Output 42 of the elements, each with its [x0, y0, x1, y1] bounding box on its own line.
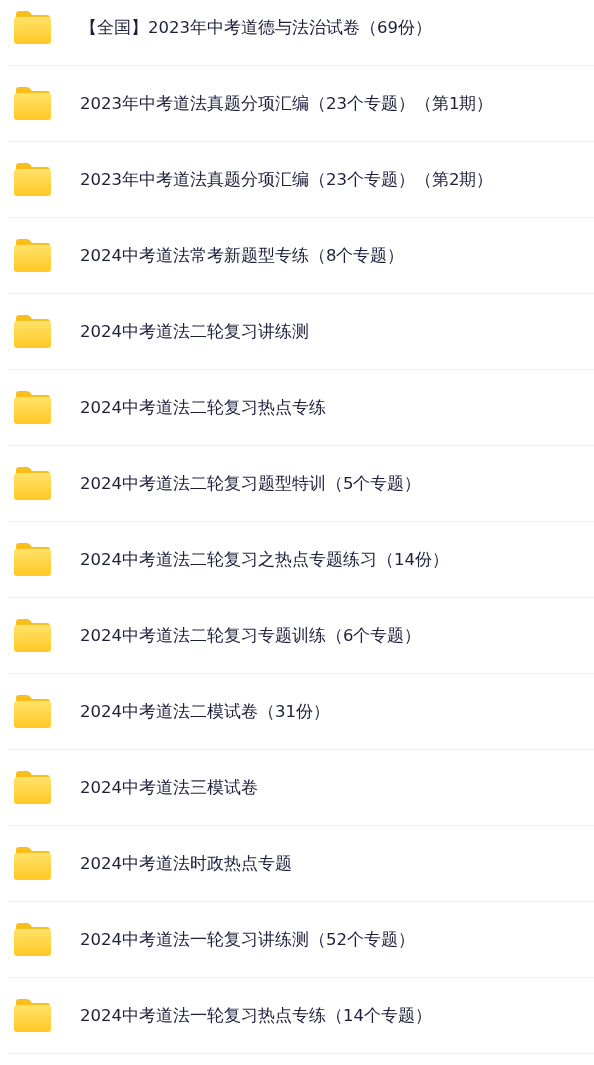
folder-icon — [14, 999, 51, 1032]
folder-icon — [14, 847, 51, 880]
folder-icon — [14, 163, 51, 196]
folder-row[interactable]: 2023年中考道法真题分项汇编（23个专题）（第2期） — [8, 142, 594, 218]
folder-row[interactable]: 2024中考道法二轮复习热点专练 — [8, 370, 594, 446]
folder-icon — [14, 543, 51, 576]
folder-name: 2024中考道法常考新题型专练（8个专题） — [80, 244, 405, 267]
folder-name: 2024中考道法三模试卷 — [80, 776, 258, 799]
folder-name: 2023年中考道法真题分项汇编（23个专题）（第2期） — [80, 168, 494, 191]
folder-row[interactable]: 【全国】2023年中考道德与法治试卷（69份） — [8, 0, 594, 66]
folder-row[interactable]: 2024中考道法常考新题型专练（8个专题） — [8, 218, 594, 294]
folder-name: 2024中考道法时政热点专题 — [80, 852, 292, 875]
folder-icon — [14, 315, 51, 348]
folder-row[interactable]: 2024中考道法一轮复习讲练测（52个专题） — [8, 902, 594, 978]
folder-row[interactable]: 2024中考道法二轮复习讲练测 — [8, 294, 594, 370]
folder-icon — [14, 467, 51, 500]
folder-icon — [14, 87, 51, 120]
folder-icon — [14, 391, 51, 424]
folder-icon — [14, 239, 51, 272]
folder-row[interactable]: 2024中考道法一轮复习热点专练（14个专题） — [8, 978, 594, 1054]
folder-row[interactable]: 2024中考道法二轮复习之热点专题练习（14份） — [8, 522, 594, 598]
folder-name: 2024中考道法二轮复习之热点专题练习（14份） — [80, 548, 449, 571]
folder-row[interactable]: 2024中考道法二轮复习专题训练（6个专题） — [8, 598, 594, 674]
folder-name: 【全国】2023年中考道德与法治试卷（69份） — [80, 16, 432, 39]
folder-name: 2024中考道法二轮复习讲练测 — [80, 320, 309, 343]
folder-name: 2024中考道法二轮复习题型特训（5个专题） — [80, 472, 422, 495]
folder-row[interactable]: 2024中考道法二轮复习题型特训（5个专题） — [8, 446, 594, 522]
folder-icon — [14, 923, 51, 956]
folder-name: 2023年中考道法真题分项汇编（23个专题）（第1期） — [80, 92, 494, 115]
folder-icon — [14, 771, 51, 804]
folder-row[interactable]: 2024中考道法时政热点专题 — [8, 826, 594, 902]
folder-name: 2024中考道法二轮复习专题训练（6个专题） — [80, 624, 422, 647]
folder-row[interactable]: 2023年中考道法真题分项汇编（23个专题）（第1期） — [8, 66, 594, 142]
folder-name: 2024中考道法一轮复习讲练测（52个专题） — [80, 928, 415, 951]
folder-name: 2024中考道法二模试卷（31份） — [80, 700, 330, 723]
folder-icon — [14, 619, 51, 652]
folder-name: 2024中考道法一轮复习热点专练（14个专题） — [80, 1004, 432, 1027]
folder-row[interactable]: 2024中考道法二模试卷（31份） — [8, 674, 594, 750]
folder-name: 2024中考道法二轮复习热点专练 — [80, 396, 326, 419]
folder-row[interactable]: 2024中考道法三模试卷 — [8, 750, 594, 826]
folder-icon — [14, 695, 51, 728]
folder-icon — [14, 11, 51, 44]
